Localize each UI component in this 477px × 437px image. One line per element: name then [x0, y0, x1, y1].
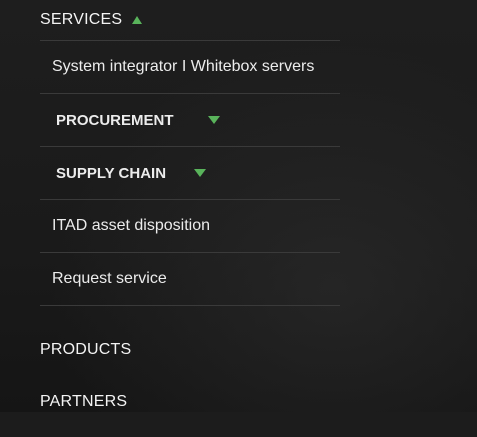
- sub-item-label: ITAD asset disposition: [52, 217, 210, 234]
- caret-down-icon[interactable]: [194, 169, 207, 177]
- sub-item-supply-chain[interactable]: SUPPLY CHAIN: [40, 147, 340, 200]
- nav-item-services-label: SERVICES: [40, 11, 123, 28]
- nav-item-services[interactable]: SERVICES: [40, 0, 340, 41]
- sub-item-label: Request service: [52, 270, 167, 287]
- sub-item-itad[interactable]: ITAD asset disposition: [40, 200, 340, 253]
- sub-item-label: System integrator I Whitebox servers: [52, 58, 315, 75]
- menu-spacer: [40, 306, 340, 332]
- nav-item-partners[interactable]: PARTNERS: [40, 367, 340, 437]
- nav-item-partners-label: PARTNERS: [40, 393, 128, 410]
- sub-item-request-service[interactable]: Request service: [40, 253, 340, 306]
- sub-item-procurement[interactable]: PROCUREMENT: [40, 94, 340, 147]
- nav-item-products[interactable]: PRODUCTS: [40, 332, 340, 367]
- sub-item-label: SUPPLY CHAIN: [56, 164, 167, 182]
- caret-down-icon[interactable]: [207, 116, 220, 124]
- mobile-nav-menu: SERVICES System integrator I Whitebox se…: [40, 0, 340, 437]
- caret-up-icon[interactable]: [132, 16, 143, 24]
- sub-item-label: PROCUREMENT: [56, 111, 174, 129]
- sub-item-system-integrator[interactable]: System integrator I Whitebox servers: [40, 41, 340, 94]
- nav-item-products-label: PRODUCTS: [40, 340, 132, 358]
